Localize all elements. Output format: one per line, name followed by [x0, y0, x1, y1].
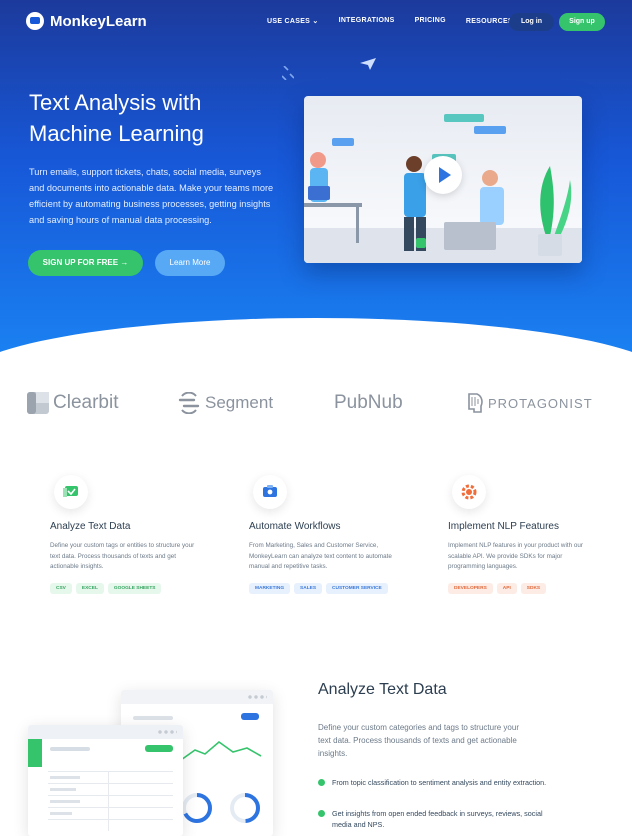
gear-icon: [452, 475, 486, 509]
menu-pricing[interactable]: PRICING: [415, 17, 446, 25]
hero-wave-divider: [0, 318, 632, 360]
feature-title: Implement NLP Features: [448, 521, 559, 532]
signup-free-button[interactable]: SIGN UP FOR FREE →: [28, 250, 143, 276]
feature-analyze: Analyze Text Data Define your custom tag…: [50, 475, 230, 594]
tag-marketing[interactable]: MARKETING: [249, 582, 291, 594]
protagonist-head-icon: [468, 393, 483, 413]
feature-title: Automate Workflows: [249, 521, 341, 532]
feature-tags: DEVELOPERS API SDKS: [448, 582, 628, 594]
feature-tags: CSV EXCEL GOOGLE SHEETS: [50, 582, 230, 594]
feature-automate: Automate Workflows From Marketing, Sales…: [249, 475, 429, 594]
donut-chart-icon: [230, 793, 260, 823]
hero-section: MonkeyLearn USE CASES ⌄ INTEGRATIONS PRI…: [0, 0, 632, 360]
line-chart-icon: [181, 740, 262, 761]
tag-csv[interactable]: CSV: [50, 582, 72, 594]
feature-text: Implement NLP features in your product w…: [448, 542, 583, 570]
feature-nlp: Implement NLP Features Implement NLP fea…: [448, 475, 628, 594]
hero-title: Text Analysis with Machine Learning: [29, 90, 204, 146]
partner-clearbit: Clearbit: [53, 392, 119, 413]
tag-google-sheets[interactable]: GOOGLE SHEETS: [107, 582, 162, 594]
top-nav: MonkeyLearn USE CASES ⌄ INTEGRATIONS PRI…: [0, 10, 632, 36]
learn-more-button[interactable]: Learn More: [155, 250, 225, 276]
dash-decoration-icon: [282, 66, 294, 80]
clearbit-icon: [27, 392, 49, 414]
menu-use-cases[interactable]: USE CASES ⌄: [267, 17, 319, 25]
hero-video[interactable]: [304, 96, 582, 263]
analyze-section-description: Define your custom categories and tags t…: [318, 723, 519, 758]
tag-excel[interactable]: EXCEL: [75, 582, 104, 594]
tag-sdks[interactable]: SDKS: [520, 582, 547, 594]
partner-pubnub: PubNub: [334, 392, 403, 413]
protagonist-logo: PROTAGONIST: [466, 392, 593, 414]
monkeylearn-logo-icon: [26, 12, 44, 30]
tag-sales[interactable]: SALES: [294, 582, 323, 594]
segment-icon: [178, 392, 200, 414]
analyze-bullet: Get insights from open ended feedback in…: [318, 808, 558, 830]
tag-api[interactable]: API: [496, 582, 517, 594]
main-menu: USE CASES ⌄ INTEGRATIONS PRICING RESOURC…: [267, 17, 541, 25]
hero-description: Turn emails, support tickets, chats, soc…: [29, 167, 274, 225]
play-icon[interactable]: [424, 156, 462, 194]
login-button[interactable]: Log in: [509, 13, 554, 31]
check-chat-icon: [54, 475, 88, 509]
brand-name: MonkeyLearn: [50, 12, 147, 30]
clearbit-logo: Clearbit: [27, 392, 118, 414]
workflow-icon: [253, 475, 287, 509]
segment-logo: Segment: [178, 392, 273, 414]
partner-logos: Clearbit Segment PubNub PROTAGONIST: [0, 392, 632, 422]
partner-segment: Segment: [205, 393, 274, 412]
feature-text: From Marketing, Sales and Customer Servi…: [249, 542, 392, 570]
analyze-section-title: Analyze Text Data: [318, 681, 447, 698]
partner-protagonist: PROTAGONIST: [488, 395, 593, 411]
feature-title: Analyze Text Data: [50, 521, 131, 532]
tag-developers[interactable]: DEVELOPERS: [448, 582, 493, 594]
tag-customer-service[interactable]: CUSTOMER SERVICE: [326, 582, 388, 594]
feature-text: Define your custom tags or entities to s…: [50, 542, 195, 570]
paper-plane-icon: [360, 58, 376, 70]
dashboard-mockup-front: [28, 725, 183, 836]
menu-integrations[interactable]: INTEGRATIONS: [339, 17, 395, 25]
brand-logo[interactable]: MonkeyLearn: [26, 12, 147, 30]
donut-chart-icon: [182, 793, 212, 823]
analyze-bullet: From topic classification to sentiment a…: [318, 777, 558, 788]
signup-button[interactable]: Sign up: [559, 13, 605, 31]
feature-tags: MARKETING SALES CUSTOMER SERVICE: [249, 582, 429, 594]
